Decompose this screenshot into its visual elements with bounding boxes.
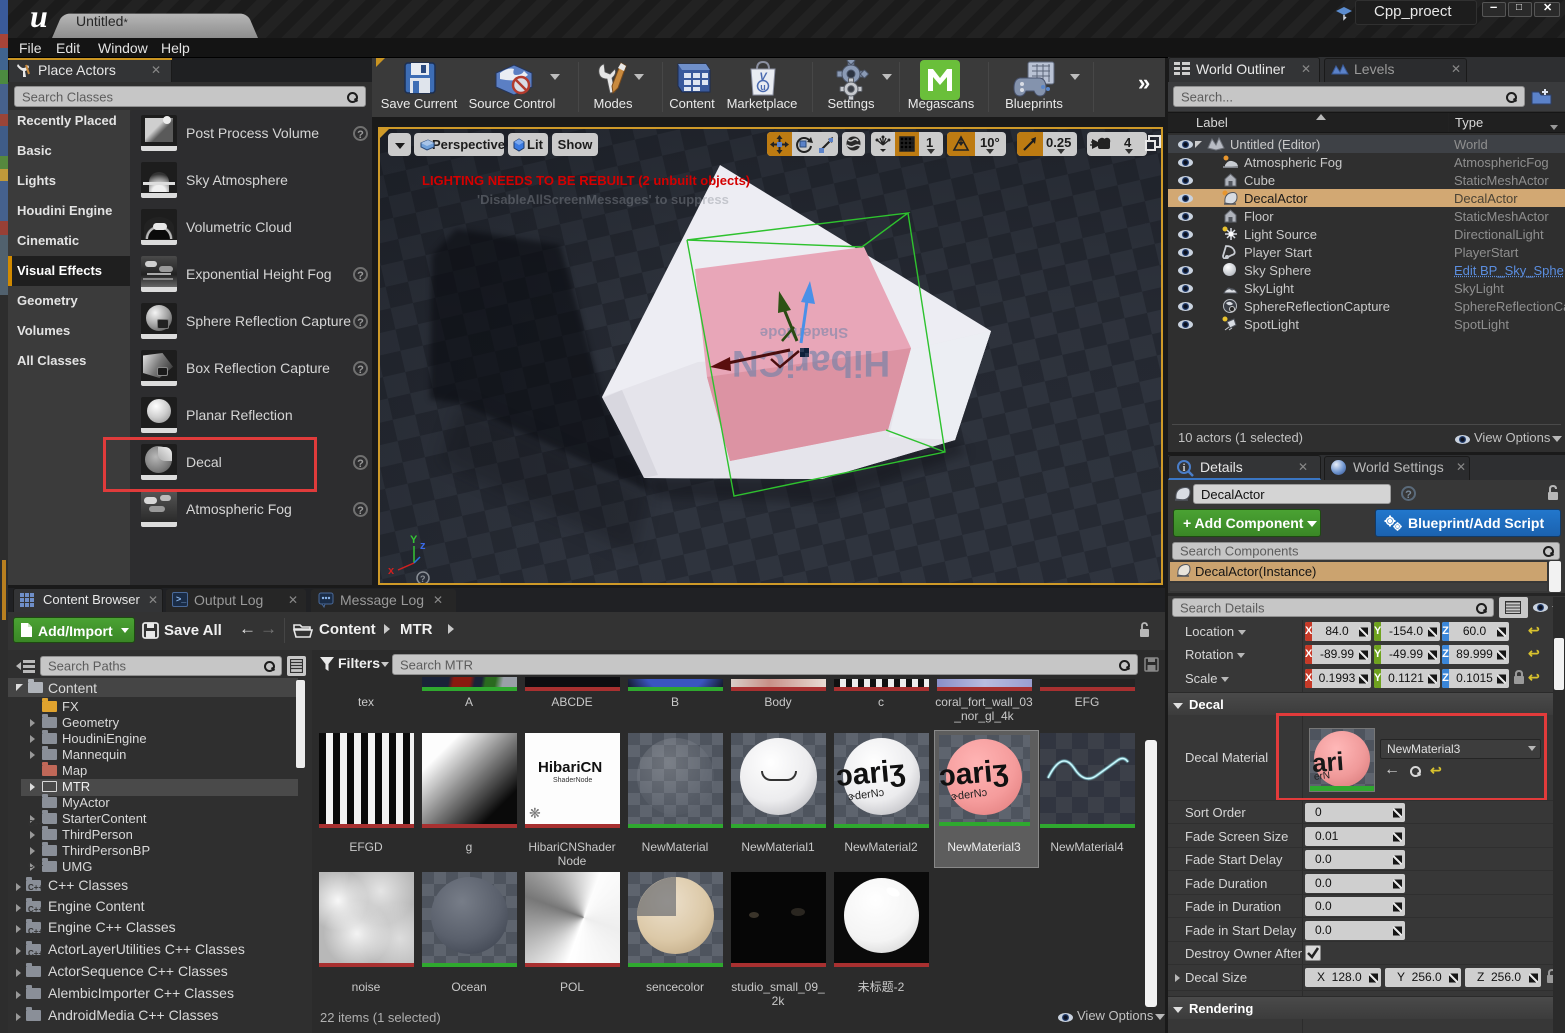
svg-text:?: ? <box>420 574 426 584</box>
svg-text:i: i <box>1183 463 1186 474</box>
svg-text:HibariCN: HibariCN <box>732 343 890 384</box>
svg-text:Y: Y <box>410 534 418 546</box>
svg-text:u: u <box>760 82 766 92</box>
svg-text:z: z <box>420 540 426 552</box>
svg-text:x: x <box>388 565 395 577</box>
